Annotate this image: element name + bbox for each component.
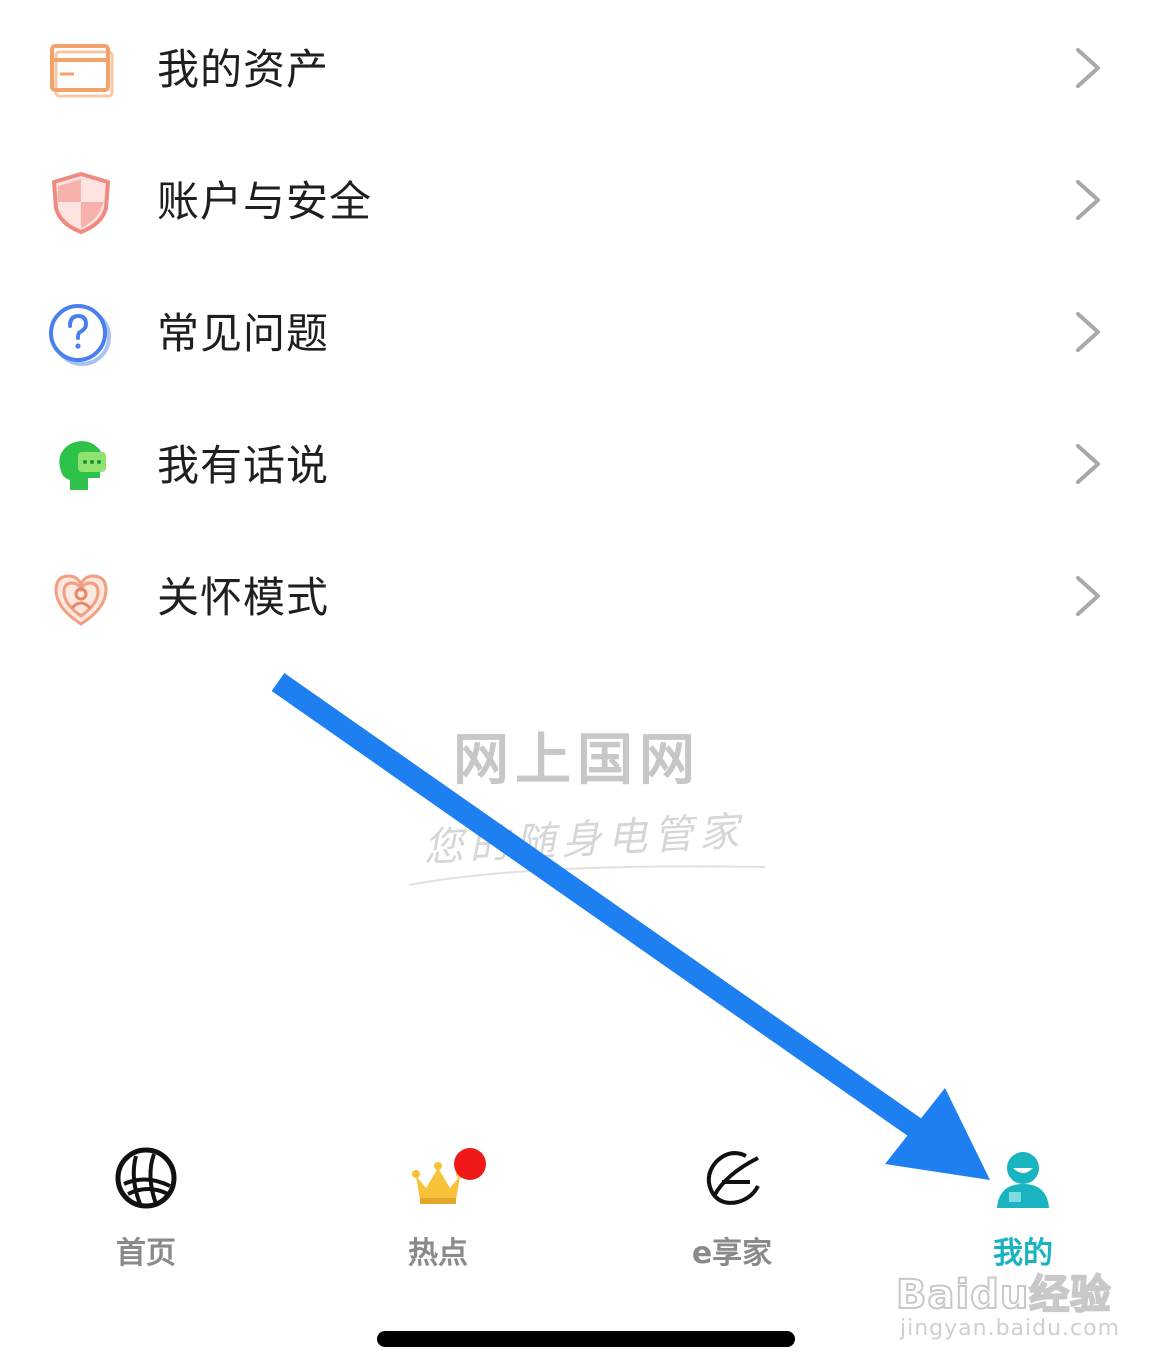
menu-item-account-security[interactable]: 账户与安全 (0, 134, 1169, 266)
tab-hot-label: 热点 (408, 1236, 468, 1271)
baidu-watermark: Baidu经验 jingyan.baidu.com (895, 1262, 1156, 1362)
menu-label-faq: 常见问题 (157, 309, 330, 358)
watermark-underline (408, 865, 766, 886)
menu-item-care-mode[interactable]: 关怀模式 (0, 530, 1169, 662)
heart-person-icon (54, 574, 108, 626)
tab-hot[interactable]: 热点 (338, 1138, 538, 1278)
menu-label-my-assets: 我的资产 (157, 45, 330, 94)
globe-icon (115, 1147, 177, 1209)
chevron-right-icon (1076, 180, 1100, 220)
menu-label-account-security: 账户与安全 (157, 177, 373, 226)
app-watermark: 网上国网 您的随身电管家 (405, 715, 770, 895)
chevron-right-icon (1076, 312, 1100, 352)
wallet-card-icon (50, 44, 114, 98)
tab-home-label: 首页 (116, 1236, 176, 1271)
menu-item-feedback[interactable]: 我有话说 (0, 398, 1169, 530)
menu-item-my-assets[interactable]: 我的资产 (0, 2, 1169, 134)
chevron-right-icon (1076, 444, 1100, 484)
home-indicator[interactable] (377, 1331, 795, 1347)
watermark-title: 网上国网 (453, 728, 701, 793)
shield-icon (52, 172, 110, 234)
tab-mine[interactable]: 我的 (923, 1138, 1123, 1278)
chevron-right-icon (1076, 576, 1100, 616)
menu-label-care-mode: 关怀模式 (157, 573, 330, 622)
baidu-url: jingyan.baidu.com (900, 1316, 1121, 1341)
tab-home[interactable]: 首页 (46, 1138, 246, 1278)
menu-item-faq[interactable]: 常见问题 (0, 266, 1169, 398)
tab-e-home-label: e享家 (691, 1236, 773, 1271)
chevron-right-icon (1076, 48, 1100, 88)
user-icon (997, 1152, 1049, 1208)
head-chat-icon (59, 441, 106, 490)
notification-badge (454, 1148, 486, 1180)
question-circle-icon (49, 304, 111, 366)
menu-label-feedback: 我有话说 (157, 441, 330, 490)
leaf-e-icon (706, 1151, 760, 1205)
baidu-logo: Baidu经验 (895, 1271, 1112, 1319)
tab-e-home[interactable]: e享家 (632, 1138, 832, 1278)
